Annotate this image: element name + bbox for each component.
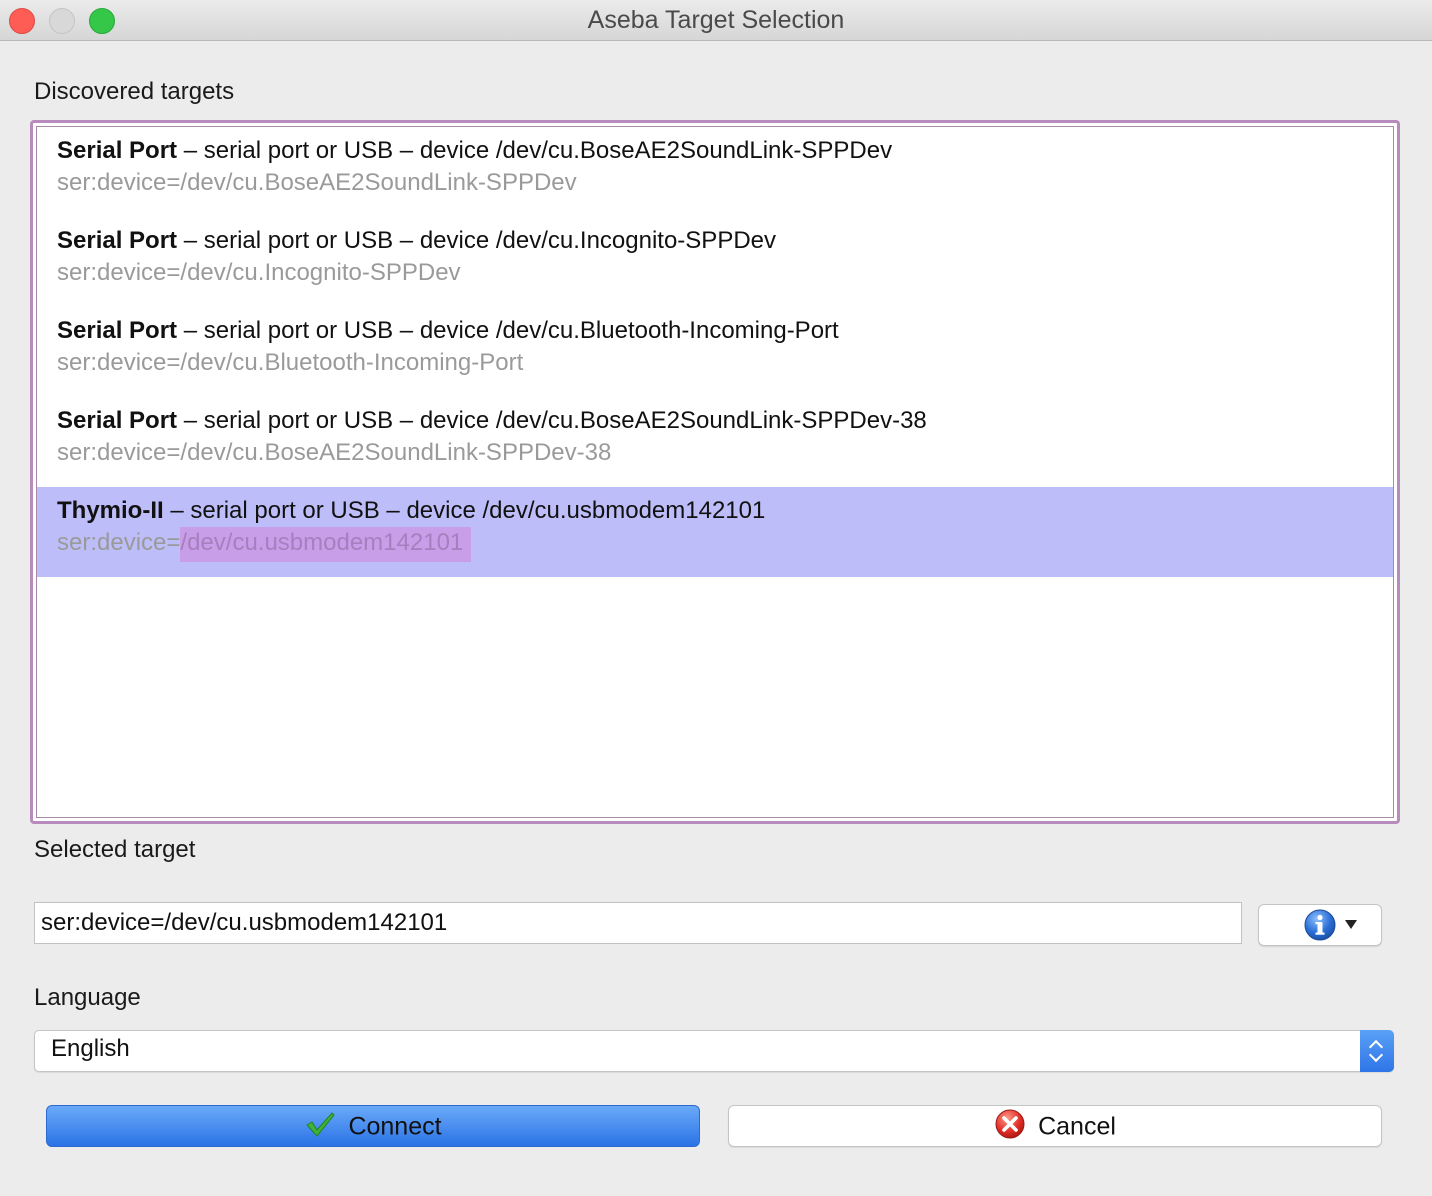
discovered-targets-label: Discovered targets	[34, 78, 235, 105]
select-stepper-icon	[1360, 1030, 1394, 1072]
info-dropdown-button[interactable]	[1258, 904, 1382, 946]
connect-button[interactable]: Connect	[46, 1105, 700, 1147]
checkmark-icon	[306, 1112, 336, 1138]
target-item[interactable]: Serial Port – serial port or USB – devic…	[37, 217, 1393, 307]
connect-button-label: Connect	[348, 1112, 442, 1141]
target-item-name: Serial Port	[57, 407, 178, 434]
language-select[interactable]: English	[34, 1030, 1394, 1072]
target-item-name: Serial Port	[57, 317, 178, 344]
target-item-description: – serial port or USB – device /dev/cu.In…	[177, 227, 777, 254]
target-item[interactable]: Serial Port – serial port or USB – devic…	[37, 127, 1393, 217]
target-item-description: – serial port or USB – device /dev/cu.us…	[163, 497, 766, 524]
target-item-address: ser:device=/dev/cu.BoseAE2SoundLink-SPPD…	[57, 169, 577, 196]
target-item-title: Serial Port – serial port or USB – devic…	[57, 317, 839, 345]
target-item-address: ser:device=/dev/cu.usbmodem142101	[57, 527, 472, 562]
target-list-frame: Serial Port – serial port or USB – devic…	[36, 126, 1394, 818]
target-selection-window: Aseba Target Selection Discovered target…	[0, 0, 1432, 1196]
discovered-targets-list[interactable]: Serial Port – serial port or USB – devic…	[30, 120, 1400, 824]
target-item-title: Serial Port – serial port or USB – devic…	[57, 407, 927, 435]
target-address-prefix: ser:device=	[57, 529, 181, 556]
target-item-description: – serial port or USB – device /dev/cu.Bo…	[177, 137, 893, 164]
target-item-title: Serial Port – serial port or USB – devic…	[57, 227, 776, 255]
target-item[interactable]: Serial Port – serial port or USB – devic…	[37, 307, 1393, 397]
selected-target-input[interactable]	[34, 902, 1242, 944]
target-item-address: ser:device=/dev/cu.BoseAE2SoundLink-SPPD…	[57, 439, 612, 466]
selected-target-label: Selected target	[34, 836, 196, 863]
target-item-name: Serial Port	[57, 137, 178, 164]
info-icon	[1304, 909, 1336, 941]
target-item[interactable]: Serial Port – serial port or USB – devic…	[37, 397, 1393, 487]
chevron-down-icon	[1345, 920, 1357, 929]
cancel-button[interactable]: Cancel	[728, 1105, 1382, 1147]
cancel-button-label: Cancel	[1038, 1112, 1116, 1141]
language-label: Language	[34, 984, 141, 1011]
target-item-title: Thymio-II – serial port or USB – device …	[57, 497, 765, 525]
target-item-address: ser:device=/dev/cu.Incognito-SPPDev	[57, 259, 461, 286]
title-bar: Aseba Target Selection	[0, 0, 1432, 41]
target-item-description: – serial port or USB – device /dev/cu.Bl…	[177, 317, 839, 344]
cancel-icon	[995, 1109, 1025, 1139]
target-item-description: – serial port or USB – device /dev/cu.Bo…	[177, 407, 927, 434]
language-selected-value: English	[51, 1035, 130, 1062]
target-address-highlight: /dev/cu.usbmodem142101	[180, 527, 472, 562]
target-item-address: ser:device=/dev/cu.Bluetooth-Incoming-Po…	[57, 349, 524, 376]
window-title: Aseba Target Selection	[587, 6, 845, 34]
target-item-title: Serial Port – serial port or USB – devic…	[57, 137, 892, 165]
target-item-name: Thymio-II	[57, 497, 164, 524]
target-item-selected[interactable]: Thymio-II – serial port or USB – device …	[37, 487, 1393, 577]
target-item-name: Serial Port	[57, 227, 178, 254]
